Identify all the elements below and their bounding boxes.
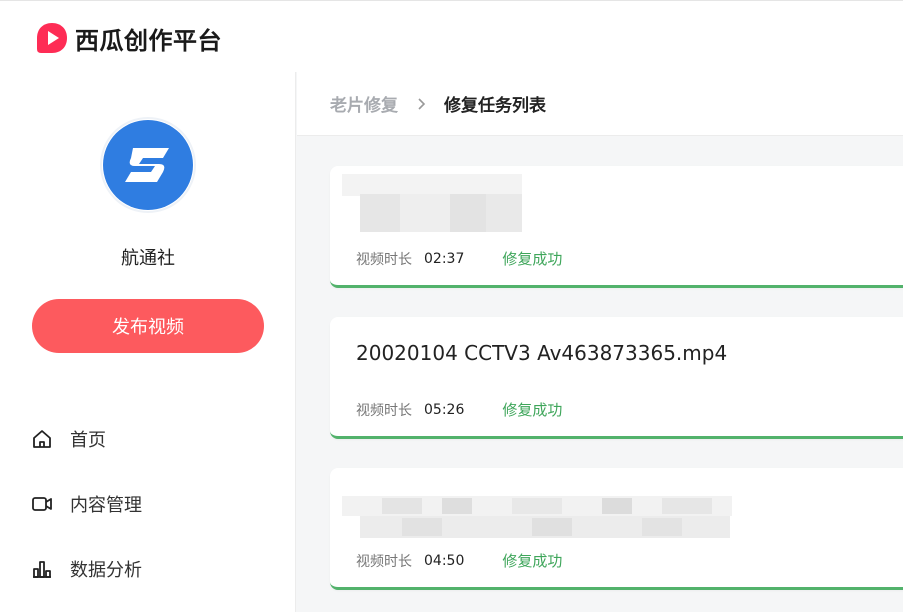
blurred-title (342, 474, 742, 538)
duration-label: 视频时长 (356, 553, 412, 570)
sidebar-item-label: 内容管理 (70, 495, 142, 516)
page-title: 修复任务列表 (444, 96, 546, 116)
sidebar-item-analytics[interactable]: 数据分析 (30, 554, 142, 584)
status-badge: 修复成功 (502, 552, 563, 570)
video-icon (32, 497, 52, 511)
sidebar-item-label: 首页 (70, 430, 106, 451)
publish-video-button[interactable]: 发布视频 (32, 299, 264, 353)
avatar[interactable] (100, 117, 196, 213)
sidebar-item-label: 数据分析 (70, 560, 142, 581)
sidebar-item-content[interactable]: 内容管理 (30, 489, 142, 519)
sidebar-item-home[interactable]: 首页 (30, 424, 106, 454)
duration-label: 视频时长 (356, 251, 412, 268)
app-logo[interactable]: 西瓜创作平台 (35, 21, 222, 55)
task-title: 20020104 CCTV3 Av463873365.mp4 (356, 341, 728, 365)
channel-logo-icon (103, 120, 193, 210)
duration-value: 04:50 (424, 552, 465, 569)
duration-value: 02:37 (424, 250, 465, 267)
breadcrumb: 老片修复 修复任务列表 (297, 72, 903, 136)
task-card[interactable]: 20020104 CCTV3 Av463873365.mp4 视频时长 05:2… (330, 317, 903, 439)
duration-value: 05:26 (424, 401, 465, 418)
task-meta: 视频时长 04:50 修复成功 (356, 550, 562, 571)
app-title: 西瓜创作平台 (75, 26, 222, 55)
breadcrumb-parent-link[interactable]: 老片修复 (330, 91, 398, 116)
task-meta: 视频时长 05:26 修复成功 (356, 399, 562, 420)
task-meta: 视频时长 02:37 修复成功 (356, 248, 562, 269)
top-header: 西瓜创作平台 (0, 0, 903, 72)
xigua-logo-icon (37, 23, 67, 53)
blurred-title (342, 172, 542, 232)
chevron-right-icon (418, 97, 426, 110)
status-badge: 修复成功 (502, 250, 563, 268)
channel-name: 航通社 (121, 248, 175, 269)
home-icon (33, 430, 51, 448)
task-card[interactable]: 视频时长 04:50 修复成功 (330, 468, 903, 590)
duration-label: 视频时长 (356, 402, 412, 419)
status-badge: 修复成功 (502, 401, 563, 419)
sidebar: 航通社 发布视频 首页 内容管理 数据分析 (0, 72, 296, 612)
task-card[interactable]: 视频时长 02:37 修复成功 (330, 166, 903, 288)
chart-icon (33, 561, 51, 578)
